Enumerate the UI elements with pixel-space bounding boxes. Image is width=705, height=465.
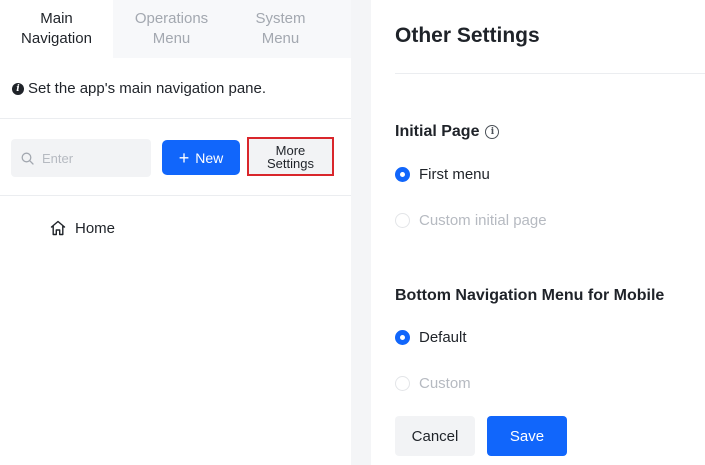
divider bbox=[0, 118, 351, 119]
radio-label: Default bbox=[419, 329, 467, 346]
settings-title: Other Settings bbox=[395, 24, 540, 47]
info-hint: i Set the app's main navigation pane. bbox=[12, 80, 266, 97]
radio-checked-icon bbox=[395, 167, 410, 182]
tab-system-menu[interactable]: System Menu bbox=[230, 0, 331, 58]
search-input[interactable] bbox=[42, 150, 142, 166]
plus-icon: + bbox=[178, 147, 190, 168]
tab-bar: Main Navigation Operations Menu System M… bbox=[0, 0, 351, 58]
radio-custom-initial-page[interactable]: Custom initial page bbox=[395, 212, 547, 229]
nav-item-label: Home bbox=[75, 219, 116, 237]
navigation-config-panel: Main Navigation Operations Menu System M… bbox=[0, 0, 351, 465]
bottom-nav-heading: Bottom Navigation Menu for Mobile bbox=[395, 287, 664, 305]
info-icon: i bbox=[12, 82, 24, 95]
info-text: Set the app's main navigation pane. bbox=[28, 80, 267, 97]
search-icon bbox=[21, 152, 34, 165]
divider bbox=[395, 73, 705, 74]
tab-operations-menu[interactable]: Operations Menu bbox=[113, 0, 230, 58]
nav-item-home[interactable]: Home bbox=[49, 219, 115, 237]
radio-label: First menu bbox=[419, 166, 490, 183]
radio-custom[interactable]: Custom bbox=[395, 375, 471, 392]
more-settings-button[interactable]: More Settings bbox=[247, 137, 334, 176]
radio-default[interactable]: Default bbox=[395, 329, 467, 346]
radio-first-menu[interactable]: First menu bbox=[395, 166, 490, 183]
other-settings-panel: Other Settings Initial Page i First menu… bbox=[371, 0, 705, 465]
cancel-button[interactable]: Cancel bbox=[395, 416, 475, 456]
search-box[interactable] bbox=[11, 139, 151, 177]
new-button[interactable]: + New bbox=[162, 140, 240, 175]
radio-label: Custom bbox=[419, 375, 471, 392]
radio-unchecked-icon bbox=[395, 213, 410, 228]
bottom-nav-title: Bottom Navigation Menu for Mobile bbox=[395, 287, 665, 304]
radio-checked-icon bbox=[395, 330, 410, 345]
tab-main-navigation[interactable]: Main Navigation bbox=[0, 0, 113, 58]
initial-page-heading: Initial Page i bbox=[395, 123, 500, 141]
save-button[interactable]: Save bbox=[487, 416, 567, 456]
panel-separator bbox=[351, 0, 371, 465]
home-icon bbox=[50, 220, 66, 236]
initial-page-title: Initial Page bbox=[395, 123, 480, 140]
info-circle-icon[interactable]: i bbox=[485, 125, 500, 139]
radio-label: Custom initial page bbox=[419, 212, 547, 229]
radio-unchecked-icon bbox=[395, 376, 410, 391]
new-button-label: New bbox=[195, 149, 224, 166]
divider bbox=[0, 195, 351, 196]
